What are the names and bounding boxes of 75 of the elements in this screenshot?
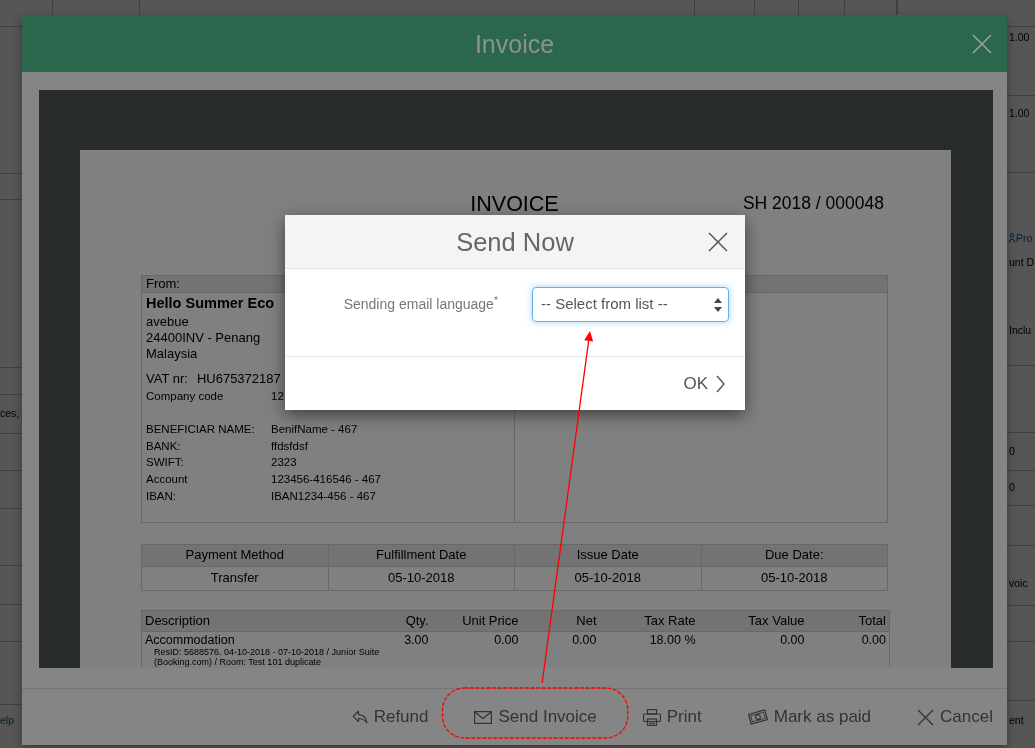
bank-detail-label: BANK: [146,438,181,454]
link[interactable]: elp [0,712,14,728]
address-line: Malaysia [146,346,198,362]
reply-arrow-icon [351,710,368,724]
envelope-icon [474,710,493,724]
table-cell: Transfer [141,566,328,590]
send-invoice-button[interactable]: Send Invoice [470,703,601,731]
chevron-right-icon [716,374,725,393]
person-icon [1009,233,1015,243]
printer-icon [642,708,661,726]
company-name: Hello Summer Eco [146,294,275,312]
document-heading: INVOICE [470,194,559,214]
bank-detail-label: Account [146,472,188,488]
column-header: Payment Method [141,544,328,566]
item-name: Accommodation [145,632,235,647]
ok-button[interactable]: OK [683,371,725,396]
column-header: Net [521,610,600,631]
modal-title: Invoice [474,28,555,59]
banknote-icon [747,708,768,726]
bank-detail-label: IBAN: [146,488,177,504]
cancel-button[interactable]: Cancel [913,703,997,731]
dialog-title: Send Now [456,226,574,257]
column-header: Tax Rate [599,610,699,631]
background-text: 1.00 [1009,106,1030,121]
vat-label: VAT nr: [146,371,188,387]
item-detail: (Booking.com) / Room: Test 101 duplicate [153,656,321,667]
bank-detail-value: ffdsfdsf [271,438,308,454]
table-cell: 05-10-2018 [514,566,701,590]
close-icon [972,33,992,54]
company-code-value: 12 [271,389,284,404]
bank-detail-value: IBAN1234-456 - 467 [271,488,376,504]
column-header: Unit Price [431,610,522,631]
table-cell: 05-10-2018 [328,566,515,590]
column-header: Description [141,610,342,631]
vat-value: HU675372187 [196,371,281,387]
column-header: Total [807,610,890,631]
item-amount: 0.00 [572,632,597,647]
background-text: 0 [1009,444,1015,459]
column-header: Due Date: [701,544,888,566]
background-text: voic [1009,576,1028,591]
print-button[interactable]: Print [638,703,706,731]
background-text: Inclu [1009,323,1032,338]
mark-paid-button[interactable]: Mark as paid [743,703,876,731]
refund-button[interactable]: Refund [347,703,433,731]
item-amount: 0.00 [780,632,805,647]
item-amount: 18.00 % [649,632,696,647]
language-select[interactable]: -- Select from list -- [532,287,729,322]
item-detail: ResID: 5688576. 04-10-2018 - 07-10-2018 / Junior Suite [153,646,380,657]
bank-detail-value: 123456-416546 - 467 [271,472,381,488]
bank-detail-value: 2323 [271,455,297,471]
field-label: Sending email language$^{*}$ [343,292,498,314]
bank-detail-value: BenifName - 467 [271,422,358,437]
item-amount: 3.00 [404,632,429,647]
item-amount: 0.00 [861,632,886,647]
bank-detail-label: SWIFT: [146,455,184,471]
bank-detail-label: BENEFICIAR NAME: [146,422,255,437]
column-header: Qty. [341,610,432,631]
background-text: ces, [0,406,20,421]
close-icon [708,231,728,252]
address-line: avebue [146,314,189,330]
table-cell: 05-10-2018 [701,566,888,590]
background-text: unt D [1009,255,1035,270]
company-code-label: Company code [146,389,224,404]
column-header: Tax Value [698,610,808,631]
close-icon [917,708,935,726]
column-header: Fulfillment Date [328,544,515,566]
background-text: 0 [1009,480,1015,495]
background-text: ent [1009,713,1024,728]
link[interactable]: Pro [1009,230,1033,246]
sort-arrows-icon [714,297,722,312]
column-header: Issue Date [514,544,701,566]
invoice-number: SH 2018 / 000048 [742,193,884,213]
address-line: 24400INV - Penang [146,330,261,346]
background-text: 1.00 [1009,30,1030,45]
item-amount: 0.00 [494,632,519,647]
